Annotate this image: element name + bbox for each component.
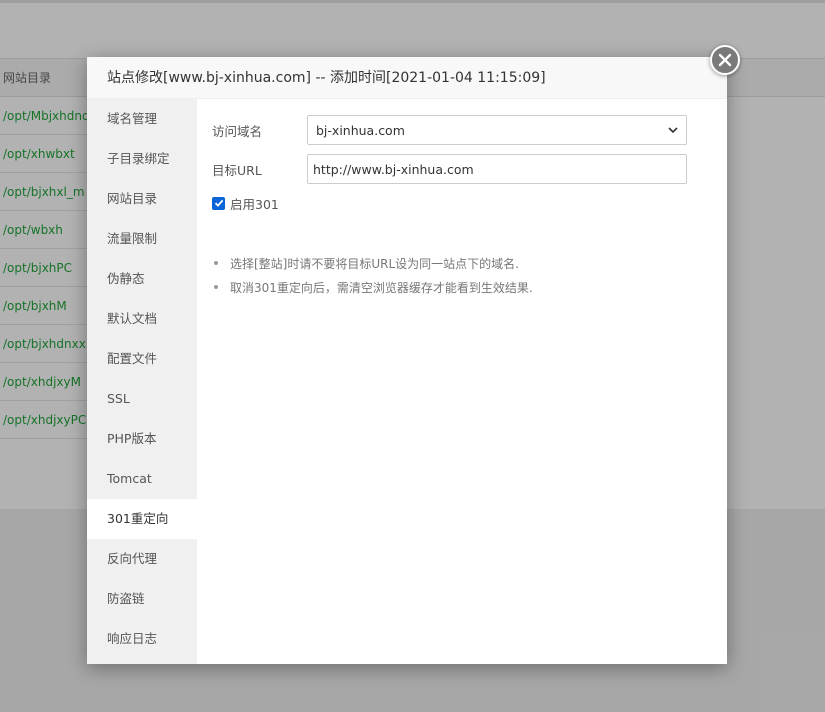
redirect-panel: 访问域名 bj-xinhua.com 目标URL 启用301 [197, 99, 727, 664]
domain-label: 访问域名 [212, 123, 263, 139]
domain-row: 访问域名 bj-xinhua.com [212, 115, 687, 145]
enable-301-label[interactable]: 启用301 [230, 194, 279, 213]
tab-default-document[interactable]: 默认文档 [87, 299, 197, 339]
help-note-text: 选择[整站]时请不要将目标URL设为同一站点下的域名. [230, 256, 519, 271]
site-edit-modal: 站点修改[www.bj-xinhua.com] -- 添加时间[2021-01-… [87, 57, 727, 664]
target-url-input[interactable] [307, 154, 687, 184]
target-url-label: 目标URL [212, 162, 262, 178]
domain-select[interactable]: bj-xinhua.com [307, 115, 687, 145]
tab-301-redirect[interactable]: 301重定向 [87, 499, 197, 539]
bullet-icon [214, 285, 218, 289]
help-note-text: 取消301重定向后，需清空浏览器缓存才能看到生效结果. [230, 280, 533, 295]
target-url-row: 目标URL [212, 154, 687, 184]
domain-select-value: bj-xinhua.com [316, 122, 405, 138]
tab-traffic-limit[interactable]: 流量限制 [87, 219, 197, 259]
help-note: 选择[整站]时请不要将目标URL设为同一站点下的域名. [214, 251, 687, 275]
modal-title: 站点修改[www.bj-xinhua.com] -- 添加时间[2021-01-… [87, 57, 727, 99]
tab-response-log[interactable]: 响应日志 [87, 619, 197, 659]
tab-subdirectory-binding[interactable]: 子目录绑定 [87, 139, 197, 179]
close-button[interactable] [710, 45, 740, 75]
tab-config-file[interactable]: 配置文件 [87, 339, 197, 379]
close-icon [718, 53, 732, 67]
tab-rewrite[interactable]: 伪静态 [87, 259, 197, 299]
tab-ssl[interactable]: SSL [87, 379, 197, 419]
modal-body: 域名管理 子目录绑定 网站目录 流量限制 伪静态 默认文档 配置文件 SSL P… [87, 99, 727, 664]
tab-reverse-proxy[interactable]: 反向代理 [87, 539, 197, 579]
tab-hotlink-protection[interactable]: 防盗链 [87, 579, 197, 619]
bullet-icon [214, 261, 218, 265]
chevron-down-icon [668, 123, 678, 138]
enable-301-row: 启用301 [212, 193, 687, 213]
tab-domain-management[interactable]: 域名管理 [87, 99, 197, 139]
help-note: 取消301重定向后，需清空浏览器缓存才能看到生效结果. [214, 275, 687, 299]
modal-side-tabs: 域名管理 子目录绑定 网站目录 流量限制 伪静态 默认文档 配置文件 SSL P… [87, 99, 197, 664]
tab-tomcat[interactable]: Tomcat [87, 459, 197, 499]
enable-301-checkbox[interactable] [212, 196, 225, 210]
help-notes: 选择[整站]时请不要将目标URL设为同一站点下的域名. 取消301重定向后，需清… [212, 251, 687, 299]
tab-site-directory[interactable]: 网站目录 [87, 179, 197, 219]
tab-php-version[interactable]: PHP版本 [87, 419, 197, 459]
checkmark-icon [214, 199, 223, 207]
